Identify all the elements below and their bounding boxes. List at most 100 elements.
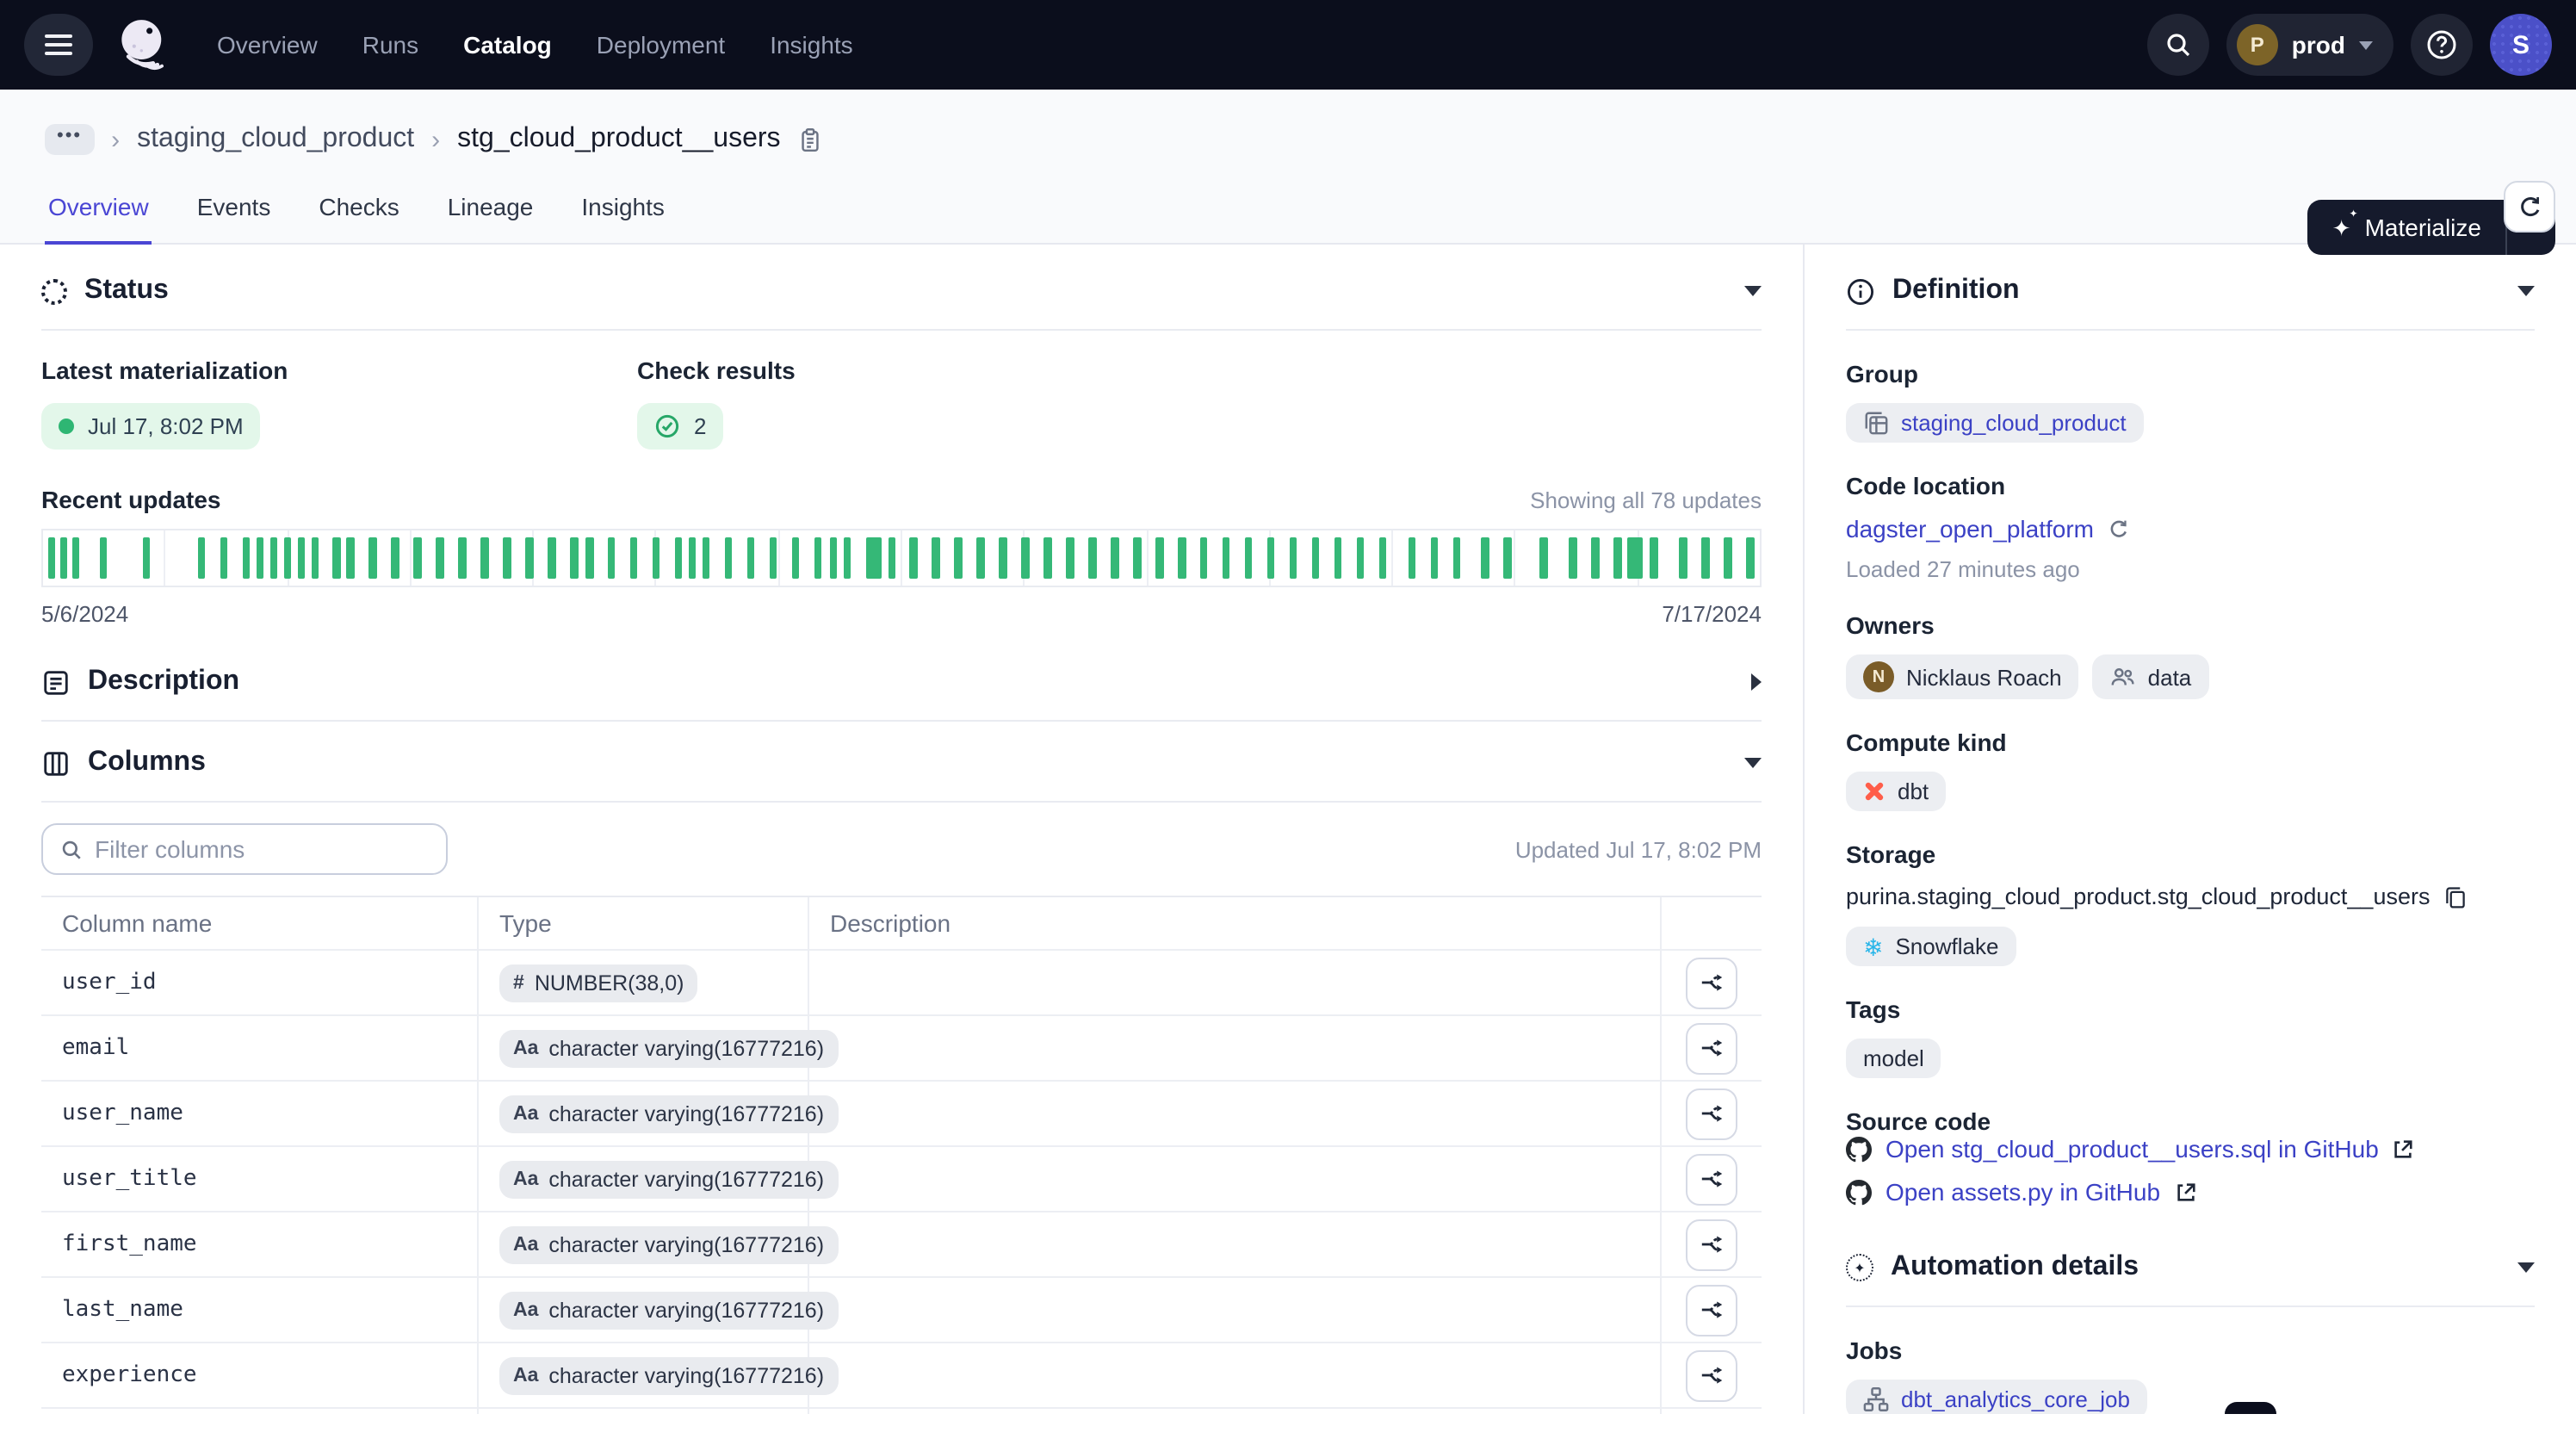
text-type-icon: Aa xyxy=(513,1365,538,1386)
update-bar xyxy=(459,537,467,579)
update-bar xyxy=(608,537,616,579)
update-bar xyxy=(1000,537,1007,579)
code-location-link[interactable]: dagster_open_platform xyxy=(1846,515,2094,543)
automation-title: Automation details xyxy=(1891,1252,2139,1283)
source-code-row: Open assets.py in GitHub xyxy=(1846,1178,2535,1206)
update-bar xyxy=(814,537,821,579)
branch-arrows-icon xyxy=(1699,1297,1725,1323)
column-lineage-button[interactable] xyxy=(1686,1022,1737,1074)
content-area: Status Latest materialization Jul 17, 8:… xyxy=(0,245,2576,1414)
column-type-text: character varying(16777216) xyxy=(548,1167,824,1191)
column-type-text: character varying(16777216) xyxy=(548,1363,824,1387)
column-type-text: character varying(16777216) xyxy=(548,1298,824,1322)
hamburger-menu-icon[interactable] xyxy=(24,14,93,76)
update-bar xyxy=(725,537,733,579)
column-description-cell xyxy=(809,1082,1662,1145)
definition-collapse-icon[interactable] xyxy=(2517,286,2535,296)
update-bar xyxy=(60,537,68,579)
group-pill[interactable]: staging_cloud_product xyxy=(1846,403,2144,443)
storage-label: Storage xyxy=(1846,840,2535,868)
updates-count: Showing all 78 updates xyxy=(1530,487,1762,513)
latest-materialization-value: Jul 17, 8:02 PM xyxy=(88,413,244,439)
update-bar xyxy=(1701,537,1709,579)
updates-timeline[interactable] xyxy=(41,529,1762,587)
update-bar xyxy=(392,537,399,579)
column-lineage-button[interactable] xyxy=(1686,1284,1737,1336)
latest-materialization-label: Latest materialization xyxy=(41,357,637,384)
update-bar xyxy=(437,537,444,579)
nav-item-insights[interactable]: Insights xyxy=(770,31,853,59)
user-avatar[interactable]: S xyxy=(2490,14,2552,76)
tag-pill-model[interactable]: model xyxy=(1846,1039,1941,1078)
tab-insights[interactable]: Insights xyxy=(578,179,668,243)
update-bar xyxy=(910,537,918,579)
job-pill[interactable]: dbt_analytics_core_job xyxy=(1846,1380,2147,1414)
owner-team-pill[interactable]: data xyxy=(2093,654,2209,699)
description-expand-icon[interactable] xyxy=(1751,673,1762,691)
nav-item-overview[interactable]: Overview xyxy=(217,31,318,59)
tab-overview[interactable]: Overview xyxy=(45,179,152,243)
column-description-cell xyxy=(809,1147,1662,1211)
nav-item-runs[interactable]: Runs xyxy=(362,31,418,59)
reload-location-icon[interactable] xyxy=(2108,518,2130,540)
nav-item-deployment[interactable]: Deployment xyxy=(597,31,725,59)
owner-avatar: N xyxy=(1863,661,1894,692)
column-lineage-button[interactable] xyxy=(1686,957,1737,1008)
filter-columns-input[interactable] xyxy=(95,835,429,863)
update-bar xyxy=(1267,537,1275,579)
number-type-icon: # xyxy=(513,972,524,993)
owner-user-pill[interactable]: N Nicklaus Roach xyxy=(1846,654,2079,699)
github-icon xyxy=(1846,1179,1872,1205)
breadcrumb-group[interactable]: staging_cloud_product xyxy=(137,124,414,155)
source-code-link[interactable]: Open stg_cloud_product__users.sql in Git… xyxy=(1886,1135,2379,1163)
dagster-logo-icon[interactable] xyxy=(114,16,172,74)
automation-collapse-icon[interactable] xyxy=(2517,1262,2535,1273)
update-bar xyxy=(414,537,422,579)
storage-platform-pill[interactable]: ❄ Snowflake xyxy=(1846,927,2016,966)
text-type-icon: Aa xyxy=(513,1234,538,1255)
external-link-icon xyxy=(2174,1181,2196,1203)
copy-storage-icon[interactable] xyxy=(2443,884,2468,909)
update-bar xyxy=(865,537,881,579)
tab-lineage[interactable]: Lineage xyxy=(444,179,537,243)
compute-kind-pill[interactable]: dbt xyxy=(1846,772,1946,811)
check-results-pill[interactable]: 2 xyxy=(637,403,723,450)
column-type-text: NUMBER(38,0) xyxy=(535,971,684,995)
refresh-button[interactable] xyxy=(2504,181,2555,233)
update-bar xyxy=(1627,537,1643,579)
column-name: user_name xyxy=(62,1101,183,1126)
copy-asset-name-icon[interactable] xyxy=(798,127,824,152)
filter-columns-field[interactable] xyxy=(41,823,448,875)
deployment-switcher[interactable]: P prod xyxy=(2226,14,2393,76)
code-location-loaded: Loaded 27 minutes ago xyxy=(1846,556,2535,582)
search-button[interactable] xyxy=(2147,14,2209,76)
breadcrumb-ellipsis-button[interactable]: ••• xyxy=(45,124,94,155)
text-type-icon: Aa xyxy=(513,1038,538,1058)
columns-table-header: Column name Type Description xyxy=(41,897,1762,951)
column-type-pill: Aacharacter varying(16777216) xyxy=(499,1160,838,1198)
definition-section-header: Definition xyxy=(1846,245,2535,331)
columns-title: Columns xyxy=(88,747,206,778)
latest-materialization-pill[interactable]: Jul 17, 8:02 PM xyxy=(41,403,261,450)
source-code-link[interactable]: Open assets.py in GitHub xyxy=(1886,1178,2160,1206)
column-name: last_name xyxy=(62,1297,183,1323)
main-nav: Overview Runs Catalog Deployment Insights xyxy=(217,31,853,59)
update-bar xyxy=(675,537,683,579)
tab-checks[interactable]: Checks xyxy=(315,179,402,243)
column-lineage-button[interactable] xyxy=(1686,1219,1737,1270)
column-lineage-button[interactable] xyxy=(1686,1153,1737,1205)
automation-icon: ✦ xyxy=(1846,1254,1873,1281)
chat-widget[interactable] xyxy=(2225,1402,2276,1414)
update-bar xyxy=(1724,537,1731,579)
column-type-pill: Aacharacter varying(16777216) xyxy=(499,1029,838,1067)
columns-collapse-icon[interactable] xyxy=(1744,758,1762,768)
status-collapse-icon[interactable] xyxy=(1744,286,1762,296)
tab-events[interactable]: Events xyxy=(194,179,275,243)
owner-team-name: data xyxy=(2148,664,2192,690)
help-button[interactable] xyxy=(2411,14,2473,76)
column-lineage-button[interactable] xyxy=(1686,1349,1737,1401)
update-bar xyxy=(548,537,555,579)
question-icon xyxy=(2424,28,2459,62)
nav-item-catalog[interactable]: Catalog xyxy=(463,31,552,59)
column-lineage-button[interactable] xyxy=(1686,1088,1737,1139)
